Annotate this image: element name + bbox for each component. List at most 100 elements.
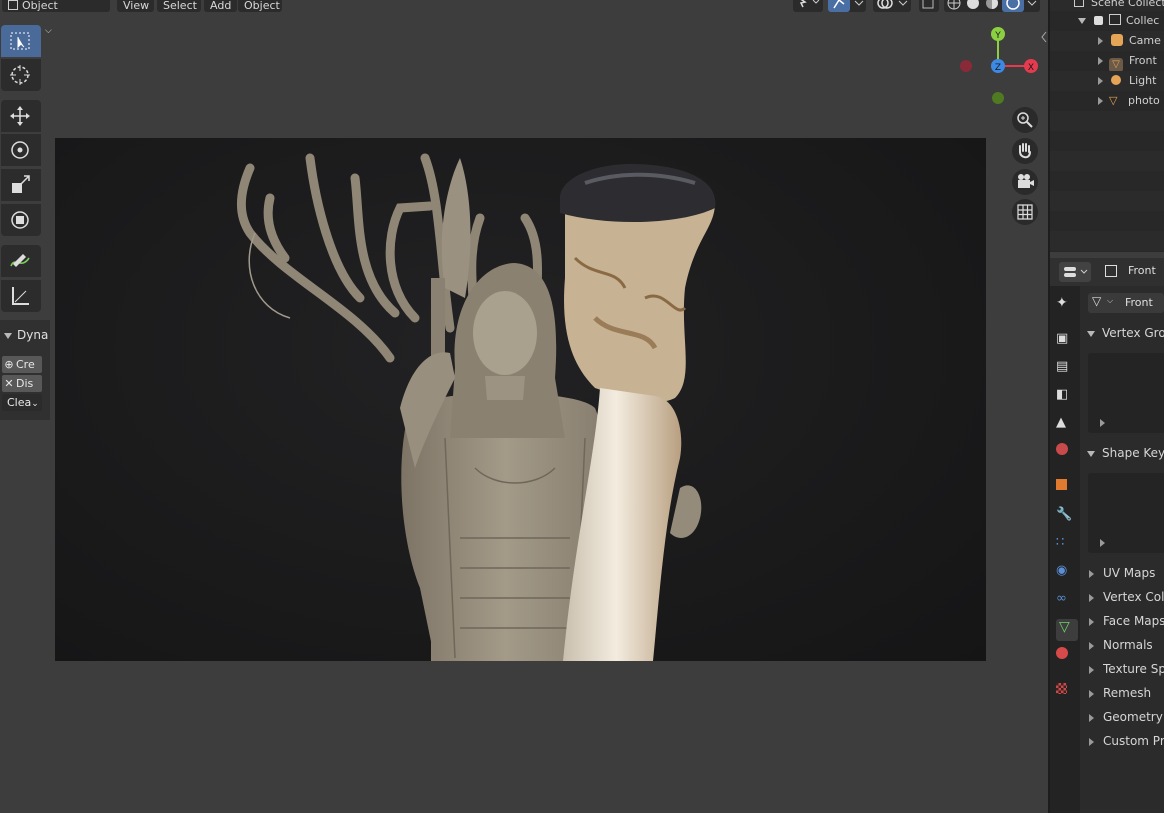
scale-icon	[12, 175, 30, 193]
move-tool[interactable]	[1, 100, 41, 132]
panel-remesh[interactable]: Remesh	[1080, 682, 1164, 704]
outliner-empty-row	[1050, 191, 1164, 211]
mode-selector[interactable]: Object Mode⌵	[2, 0, 110, 36]
scale-tool[interactable]	[1, 169, 41, 201]
annotate-icon	[10, 254, 30, 267]
create-button[interactable]: ⊕ Cre	[2, 356, 42, 373]
outliner-collection[interactable]: Collec	[1050, 11, 1164, 31]
collection-label: Collec	[1126, 14, 1160, 27]
gizmo-toggle-dropdown[interactable]	[828, 0, 866, 12]
tab-physics[interactable]: ◉	[1056, 563, 1078, 585]
expand-icon[interactable]	[1098, 97, 1103, 105]
tab-material[interactable]	[1056, 647, 1078, 669]
dissolve-button[interactable]: ✕ Dis	[2, 375, 42, 392]
shape-keys-list[interactable]	[1088, 473, 1164, 553]
dissolve-icon: ✕	[4, 377, 14, 390]
tab-world[interactable]	[1056, 443, 1078, 465]
measure-tool[interactable]	[1, 280, 41, 312]
panel-vertex-groups[interactable]: Vertex Grou	[1080, 322, 1164, 344]
panel-vertex-colors[interactable]: Vertex Colo	[1080, 586, 1164, 608]
zoom-button[interactable]	[1012, 107, 1038, 133]
annotate-tool[interactable]	[1, 245, 41, 277]
navigation-gizmo[interactable]: Y X Z	[958, 24, 1038, 108]
transform-tool[interactable]	[1, 204, 41, 236]
panel-title: Remesh	[1103, 686, 1152, 700]
object-icon	[1105, 265, 1117, 277]
tab-output[interactable]: ▤	[1056, 359, 1078, 381]
outliner-item-photo[interactable]: ▽ photo	[1050, 91, 1164, 111]
expand-icon[interactable]	[1098, 57, 1103, 65]
panel-face-maps[interactable]: Face Maps	[1080, 610, 1164, 632]
zoom-icon	[1017, 112, 1033, 128]
collapse-icon	[4, 332, 12, 339]
neg-x-axis-handle[interactable]	[960, 60, 972, 72]
panel-custom-properties[interactable]: Custom Pro	[1080, 730, 1164, 752]
tab-particles[interactable]: ∷	[1056, 535, 1078, 557]
perspective-toggle-button[interactable]	[1012, 199, 1038, 225]
tab-constraints[interactable]: ∞	[1056, 591, 1078, 613]
panel-shape-keys[interactable]: Shape Keys	[1080, 442, 1164, 464]
outliner-item-light[interactable]: Light	[1050, 71, 1164, 91]
context-object-name: Front	[1128, 264, 1156, 277]
tab-render[interactable]: ▣	[1056, 331, 1078, 353]
outliner-empty-row	[1050, 231, 1164, 251]
sculpture-photo-illustration	[236, 153, 716, 661]
editor-type-dropdown[interactable]	[1059, 262, 1091, 282]
outliner-item-front[interactable]: ▽ Front	[1050, 51, 1164, 71]
pan-button[interactable]	[1012, 138, 1038, 164]
xray-toggle[interactable]	[919, 0, 939, 12]
texture-icon	[1056, 683, 1067, 694]
expand-icon[interactable]	[1098, 77, 1103, 85]
panel-uv-maps[interactable]: UV Maps	[1080, 562, 1164, 584]
neg-y-axis-handle[interactable]	[992, 92, 1004, 104]
chevron-down-icon[interactable]	[1027, 0, 1037, 6]
menu-view[interactable]: View	[117, 0, 154, 12]
outliner-empty-row	[1050, 111, 1164, 131]
overlays-dropdown[interactable]	[873, 0, 911, 12]
outliner-item-camera[interactable]: Came	[1050, 31, 1164, 51]
panel-texture-space[interactable]: Texture Spa	[1080, 658, 1164, 680]
expand-icon[interactable]	[1078, 18, 1086, 24]
menu-object[interactable]: Object	[238, 0, 282, 12]
expand-icon[interactable]	[1100, 539, 1105, 547]
expand-icon[interactable]	[1098, 37, 1103, 45]
shading-modes[interactable]	[944, 0, 1040, 12]
tab-modifiers[interactable]: 🔧	[1056, 507, 1078, 529]
create-label: Cre	[16, 358, 35, 371]
menu-add[interactable]: Add	[204, 0, 237, 12]
clear-dropdown[interactable]: Clea⌄	[2, 394, 42, 411]
camera-view-button[interactable]	[1012, 169, 1038, 195]
cursor-tool[interactable]	[1, 59, 41, 91]
panel-title: UV Maps	[1103, 566, 1156, 580]
panel-geometry-data[interactable]: Geometry D	[1080, 706, 1164, 728]
rotate-tool[interactable]	[1, 134, 41, 166]
mesh-datablock-selector[interactable]: ▽ ⌵ Front	[1088, 293, 1164, 313]
select-box-tool[interactable]	[1, 25, 41, 57]
view-layer-icon: ◧	[1056, 387, 1069, 402]
properties-header: Front	[1050, 258, 1164, 286]
panel-normals[interactable]: Normals	[1080, 634, 1164, 656]
mesh-object-icon: ▽	[1109, 58, 1123, 71]
constraints-icon: ∞	[1056, 591, 1067, 606]
tab-object[interactable]	[1056, 479, 1078, 501]
viewport-visibility-dropdown[interactable]	[793, 0, 823, 12]
panel-header[interactable]: Dyna	[4, 328, 48, 342]
chevron-left-icon[interactable]	[1040, 30, 1048, 44]
tab-tool[interactable]: ✦	[1056, 295, 1078, 317]
outliner-empty-row	[1050, 151, 1164, 171]
tab-texture[interactable]	[1056, 683, 1078, 705]
tab-data[interactable]: ▽	[1056, 619, 1078, 641]
panel-title: Custom Pro	[1103, 734, 1164, 748]
tab-view-layer[interactable]: ◧	[1056, 387, 1078, 409]
rendered-shading-icon[interactable]	[1002, 0, 1024, 12]
wireframe-shading-icon[interactable]	[947, 0, 961, 10]
vertex-groups-list[interactable]	[1088, 353, 1164, 433]
scene-collection-label: Scene Collect	[1091, 0, 1164, 9]
checkbox-icon[interactable]	[1094, 16, 1103, 25]
material-shading-icon[interactable]	[986, 0, 998, 9]
solid-shading-icon[interactable]	[967, 0, 979, 9]
menu-select[interactable]: Select	[157, 0, 201, 12]
3d-viewport[interactable]: Object Mode⌵ View Select Add Object	[0, 0, 1048, 813]
tab-scene[interactable]: ▲	[1056, 415, 1078, 437]
expand-icon[interactable]	[1100, 419, 1105, 427]
